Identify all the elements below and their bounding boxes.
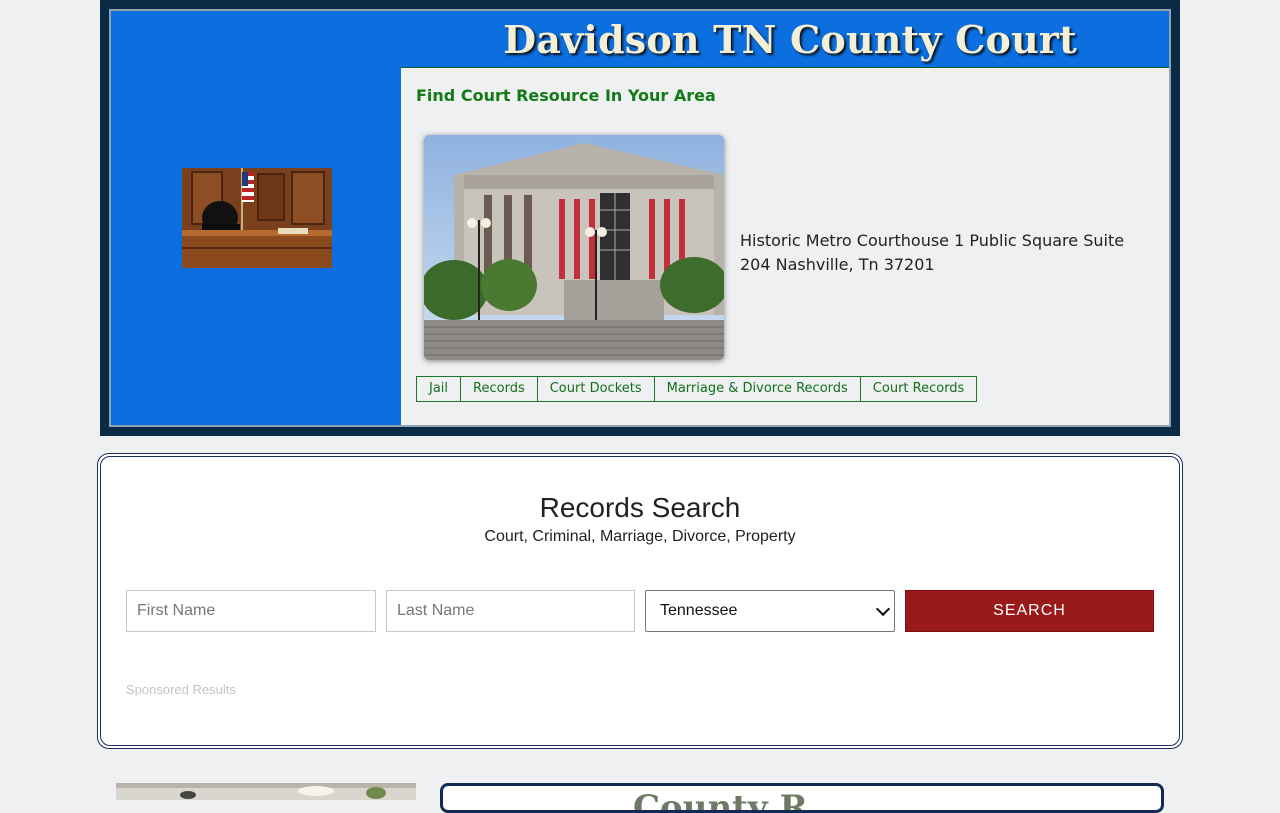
title-bar: Davidson TN County Court [401,11,1169,68]
tab-records[interactable]: Records [461,377,538,401]
last-name-input[interactable]: Last Name [386,590,635,632]
search-title: Records Search [539,492,741,523]
site-title: Davidson TN County Court [503,16,1077,62]
left-blue-panel [111,11,401,425]
state-select[interactable]: Tennessee [645,590,895,632]
header-content: Davidson TN County Court Find Court Reso… [109,9,1171,427]
tab-court-records[interactable]: Court Records [861,377,977,401]
courthouse-address: Historic Metro Courthouse 1 Public Squar… [740,231,1125,274]
sponsored-results-label: Sponsored Results [126,682,236,697]
site-subtitle: Find Court Resource In Your Area [416,86,716,105]
courthouse-image [424,135,724,360]
tab-marriage-divorce-records[interactable]: Marriage & Divorce Records [655,377,861,401]
tab-court-dockets[interactable]: Court Dockets [538,377,655,401]
header-frame: Davidson TN County Court Find Court Reso… [100,0,1180,436]
county-resources-card: County R [440,783,1164,813]
tab-jail[interactable]: Jail [417,377,462,401]
search-button[interactable]: SEARCH [905,590,1154,632]
chevron-down-icon [875,601,891,617]
search-subtitle: Court, Criminal, Marriage, Divorce, Prop… [484,528,796,545]
courtroom-judge-chair-image [182,168,332,268]
first-name-input[interactable]: First Name [126,590,376,632]
resource-nav: Jail Records Court Dockets Marriage & Di… [416,376,978,402]
records-search-card: Records Search Court, Criminal, Marriage… [97,453,1183,749]
state-select-value: Tennessee [660,602,738,619]
bottom-office-image [116,783,416,800]
county-resources-title: County R [633,788,808,813]
